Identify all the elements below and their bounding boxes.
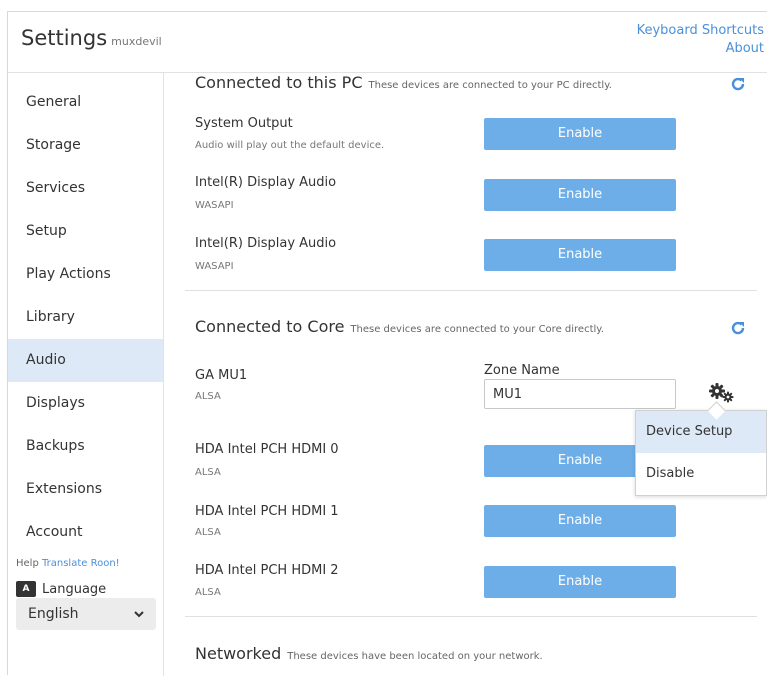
sidebar-item-backups[interactable]: Backups bbox=[8, 425, 163, 468]
device-name: Intel(R) Display Audio bbox=[195, 175, 337, 190]
device-sub: WASAPI bbox=[195, 200, 234, 211]
enable-button[interactable]: Enable bbox=[484, 179, 676, 211]
language-row: A Language bbox=[16, 581, 106, 597]
sidebar-item-library[interactable]: Library bbox=[8, 296, 163, 339]
section-divider bbox=[185, 616, 757, 617]
device-sub: ALSA bbox=[195, 527, 221, 538]
header: Settings muxdevil Keyboard Shortcuts Abou… bbox=[8, 12, 767, 73]
translate-link[interactable]: Translate Roon! bbox=[42, 558, 120, 569]
device-sub: Audio will play out the default device. bbox=[195, 140, 385, 151]
refresh-icon[interactable] bbox=[730, 76, 746, 92]
help-prefix: Help bbox=[16, 558, 39, 569]
sidebar-item-extensions[interactable]: Extensions bbox=[8, 468, 163, 511]
sidebar: General Storage Services Setup Play Acti… bbox=[8, 73, 164, 676]
chevron-down-icon bbox=[134, 611, 144, 618]
device-sub: WASAPI bbox=[195, 261, 234, 272]
sidebar-item-play-actions[interactable]: Play Actions bbox=[8, 253, 163, 296]
sidebar-item-storage[interactable]: Storage bbox=[8, 124, 163, 167]
device-name: HDA Intel PCH HDMI 1 bbox=[195, 504, 339, 519]
sidebar-item-setup[interactable]: Setup bbox=[8, 210, 163, 253]
section-networked-desc: These devices have been located on your … bbox=[287, 651, 543, 662]
language-select[interactable]: English bbox=[16, 598, 156, 630]
section-networked-title: Networked bbox=[195, 644, 282, 663]
about-link[interactable]: About bbox=[637, 40, 764, 58]
device-name: HDA Intel PCH HDMI 2 bbox=[195, 563, 339, 578]
refresh-icon[interactable] bbox=[730, 320, 746, 336]
sidebar-item-displays[interactable]: Displays bbox=[8, 382, 163, 425]
disable-menu-item[interactable]: Disable bbox=[636, 453, 766, 495]
device-name: GA MU1 bbox=[195, 368, 248, 383]
enable-button[interactable]: Enable bbox=[484, 239, 676, 271]
section-title-pc: Connected to this PC These devices are co… bbox=[195, 73, 612, 92]
device-sub: ALSA bbox=[195, 391, 221, 402]
sidebar-item-audio[interactable]: Audio bbox=[8, 339, 163, 382]
device-name: HDA Intel PCH HDMI 0 bbox=[195, 442, 339, 457]
language-icon-glyph: A bbox=[22, 584, 30, 594]
zone-name-label: Zone Name bbox=[484, 363, 560, 378]
device-options-menu: Device Setup Disable bbox=[635, 401, 767, 496]
sidebar-item-account[interactable]: Account bbox=[8, 511, 163, 554]
keyboard-shortcuts-link[interactable]: Keyboard Shortcuts bbox=[637, 22, 764, 40]
device-sub: ALSA bbox=[195, 467, 221, 478]
language-label: Language bbox=[42, 581, 107, 597]
user-name: muxdevil bbox=[111, 35, 162, 48]
page-title: Settings muxdevil bbox=[21, 26, 162, 50]
enable-button[interactable]: Enable bbox=[484, 118, 676, 150]
enable-button[interactable]: Enable bbox=[484, 566, 676, 598]
sidebar-item-general[interactable]: General bbox=[8, 81, 163, 124]
device-sub: ALSA bbox=[195, 587, 221, 598]
section-pc-desc: These devices are connected to your PC d… bbox=[368, 80, 612, 91]
sidebar-item-services[interactable]: Services bbox=[8, 167, 163, 210]
gear-icon[interactable] bbox=[709, 382, 735, 404]
title-text: Settings bbox=[21, 26, 108, 50]
header-links: Keyboard Shortcuts About bbox=[637, 22, 764, 58]
help-translate: Help Translate Roon! bbox=[16, 558, 120, 569]
enable-button[interactable]: Enable bbox=[484, 505, 676, 537]
language-icon: A bbox=[16, 581, 36, 597]
language-value: English bbox=[28, 606, 79, 622]
section-divider bbox=[185, 290, 757, 291]
section-core-desc: These devices are connected to your Core… bbox=[350, 324, 604, 335]
section-core-title: Connected to Core bbox=[195, 317, 345, 336]
section-title-core: Connected to Core These devices are conne… bbox=[195, 317, 604, 336]
audio-settings-panel: Connected to this PC These devices are co… bbox=[163, 73, 767, 676]
section-pc-title: Connected to this PC bbox=[195, 73, 363, 92]
device-name: Intel(R) Display Audio bbox=[195, 236, 337, 251]
settings-window: Settings muxdevil Keyboard Shortcuts Abou… bbox=[7, 11, 767, 676]
zone-name-input[interactable] bbox=[484, 379, 676, 409]
device-setup-menu-item[interactable]: Device Setup bbox=[636, 411, 766, 453]
device-name: System Output bbox=[195, 116, 293, 131]
section-title-networked: Networked These devices have been located… bbox=[195, 644, 543, 663]
